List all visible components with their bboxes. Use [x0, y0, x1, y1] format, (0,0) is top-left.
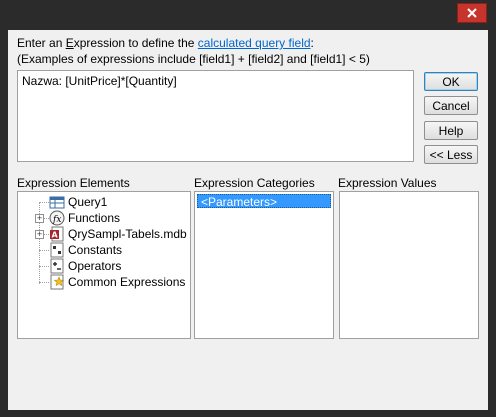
svg-text:fx: fx [52, 215, 61, 225]
expression-builder-window: Enter an Expression to define the calcul… [0, 0, 496, 417]
expression-elements-label: Expression Elements [17, 176, 130, 190]
function-icon: fx [49, 210, 65, 226]
tree-connector [39, 266, 49, 267]
expression-categories-label: Expression Categories [194, 176, 315, 190]
tree-connector [39, 202, 49, 203]
expression-values-label: Expression Values [338, 176, 437, 190]
prompt-middle: xpression to define the [73, 36, 198, 50]
close-button[interactable] [457, 3, 487, 23]
expand-database-toggle[interactable]: + [35, 230, 44, 239]
tree-item-label: QrySampl-Tabels.mdb [68, 227, 187, 241]
common-expressions-icon [49, 274, 65, 290]
access-database-icon: A [49, 226, 65, 242]
expression-prompt: Enter an Expression to define the calcul… [17, 36, 314, 50]
tree-item-functions[interactable]: fx Functions [49, 210, 120, 226]
tree-item-common-expressions[interactable]: Common Expressions [49, 274, 185, 290]
tree-connector [39, 282, 49, 283]
constants-icon [49, 242, 65, 258]
tree-item-query1[interactable]: Query1 [49, 194, 107, 210]
tree-item-database[interactable]: A QrySampl-Tabels.mdb [49, 226, 187, 242]
tree-item-label: Constants [68, 243, 123, 257]
tree-item-label: Query1 [68, 195, 108, 209]
prompt-prefix: Enter an [17, 36, 66, 50]
dialog-body: Enter an Expression to define the calcul… [8, 30, 488, 410]
expression-categories-list[interactable]: <Parameters> [194, 191, 334, 339]
expand-functions-toggle[interactable]: + [35, 214, 44, 223]
tree-item-label: Functions [68, 211, 121, 225]
category-item-parameters[interactable]: <Parameters> [197, 194, 331, 209]
prompt-accelerator: E [65, 36, 74, 50]
tree-item-label: Operators [68, 259, 122, 273]
ok-button[interactable]: OK [424, 72, 478, 91]
example-text: (Examples of expressions include [field1… [17, 52, 370, 66]
tree-item-operators[interactable]: Operators [49, 258, 121, 274]
expression-values-list[interactable] [339, 191, 479, 339]
operators-icon [49, 258, 65, 274]
prompt-suffix: : [310, 36, 314, 50]
query-icon [49, 194, 65, 210]
tree-item-label: Common Expressions [68, 275, 186, 289]
cancel-button[interactable]: Cancel [424, 96, 478, 115]
less-button[interactable]: << Less [424, 145, 478, 164]
tree-connector [39, 250, 49, 251]
close-icon [467, 8, 477, 18]
title-bar[interactable] [0, 0, 496, 28]
tree-item-constants[interactable]: Constants [49, 242, 122, 258]
expression-input[interactable]: Nazwa: [UnitPrice]*[Quantity] [17, 70, 414, 162]
help-button[interactable]: Help [424, 121, 478, 140]
expression-elements-tree[interactable]: + + Query1 fx Functions A QrySampl-Tabel… [17, 191, 191, 339]
svg-text:A: A [52, 231, 59, 240]
calculated-query-field-link[interactable]: calculated query field [198, 36, 311, 50]
